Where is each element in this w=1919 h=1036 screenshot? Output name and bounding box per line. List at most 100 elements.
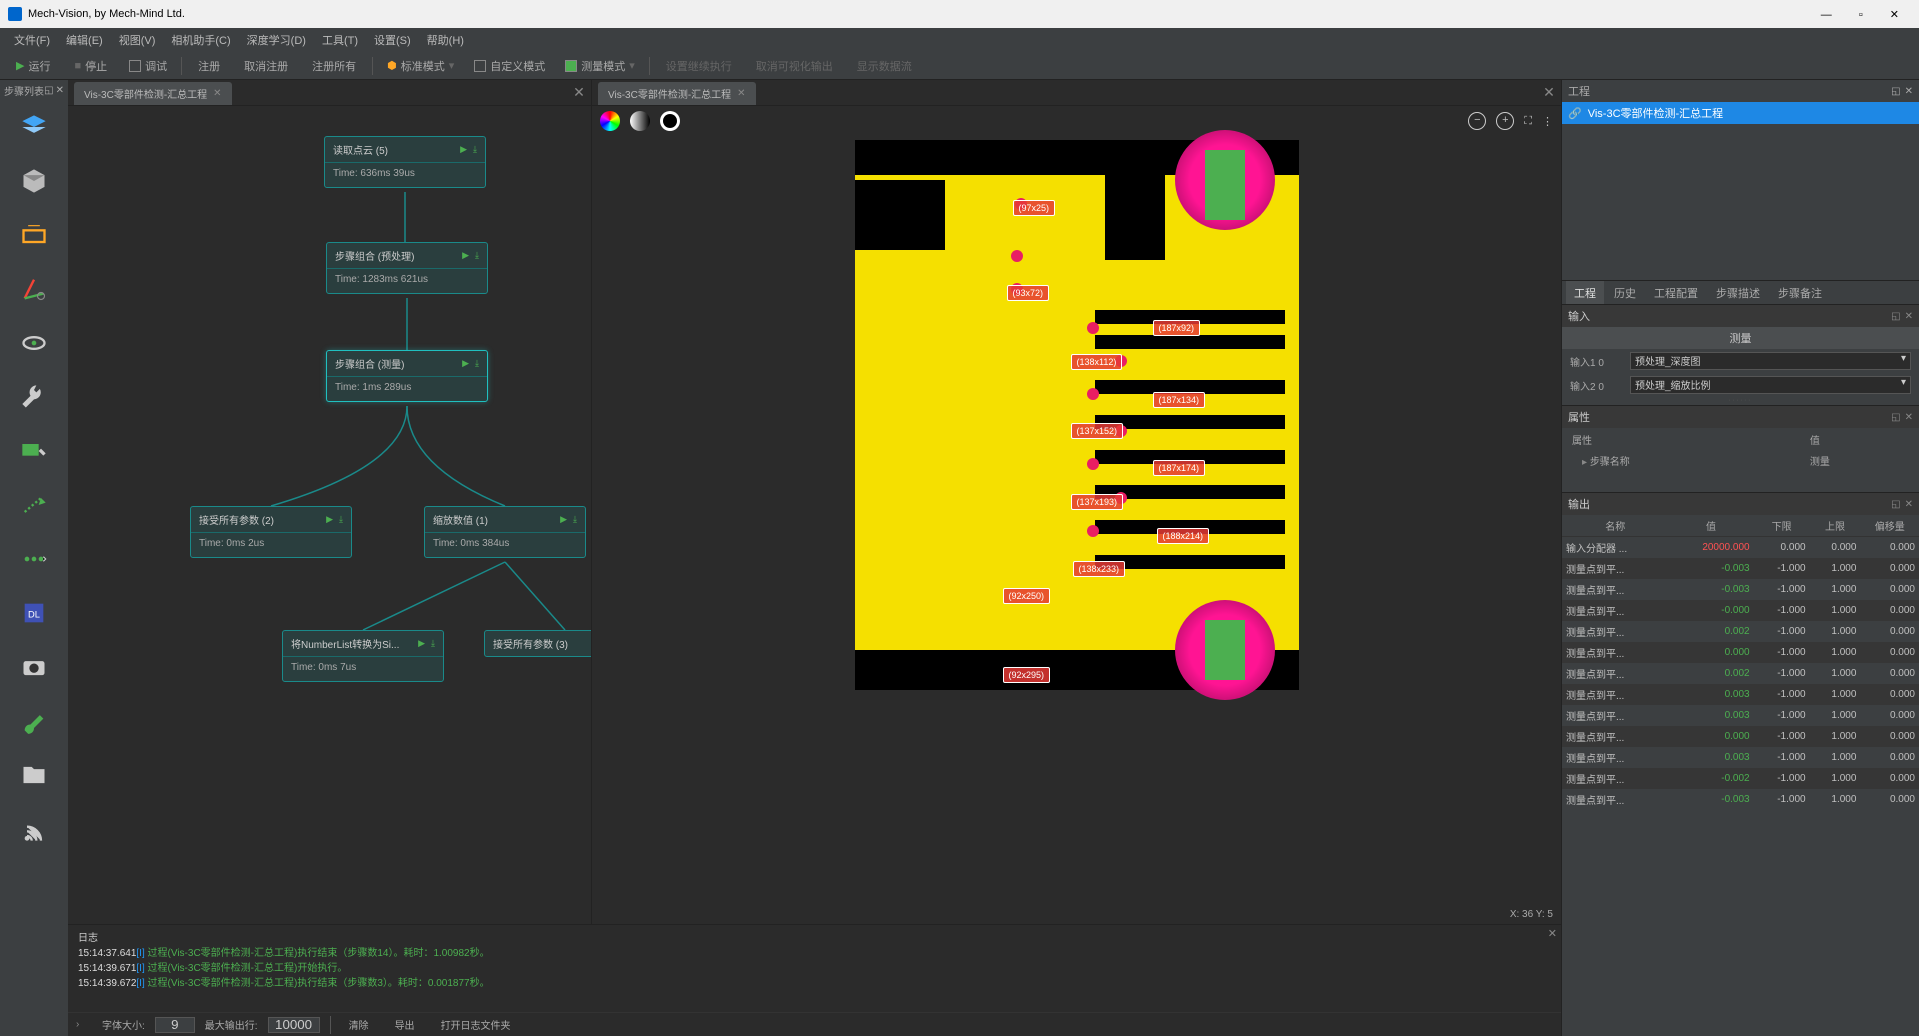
- export-log-button[interactable]: 导出: [387, 1015, 423, 1034]
- tool-eye-icon[interactable]: [8, 318, 60, 368]
- graph-close-icon[interactable]: ✕: [571, 84, 587, 101]
- node-step-icon[interactable]: ⤓: [431, 638, 435, 649]
- project-item[interactable]: 🔗Vis-3C零部件检测-汇总工程: [1562, 102, 1919, 124]
- menu-item[interactable]: 设置(S): [368, 29, 417, 51]
- output-row[interactable]: 测量点到平...0.000-1.0001.0000.000: [1562, 726, 1919, 747]
- menu-item[interactable]: 视图(V): [113, 29, 162, 51]
- output-row[interactable]: 测量点到平...-0.003-1.0001.0000.000: [1562, 558, 1919, 579]
- graph-node[interactable]: 将NumberList转换为Si...▶⤓Time: 0ms 7us: [282, 630, 444, 682]
- tool-camera-icon[interactable]: [8, 642, 60, 692]
- output-row[interactable]: 测量点到平...0.003-1.0001.0000.000: [1562, 705, 1919, 726]
- close-icon[interactable]: ✕: [1905, 86, 1913, 97]
- cancel-vis-button[interactable]: 取消可视化输出: [748, 55, 841, 77]
- undock-icon[interactable]: ◱: [1891, 311, 1900, 322]
- menu-item[interactable]: 深度学习(D): [241, 29, 312, 51]
- graph-node[interactable]: 接受所有参数 (2)▶⤓Time: 0ms 2us: [190, 506, 352, 558]
- tool-satellite-icon[interactable]: [8, 804, 60, 854]
- tool-wrench-icon[interactable]: [8, 372, 60, 422]
- target-icon[interactable]: [660, 111, 680, 131]
- output-row[interactable]: 测量点到平...0.003-1.0001.0000.000: [1562, 747, 1919, 768]
- tool-layers-icon[interactable]: [8, 102, 60, 152]
- resize-handle[interactable]: ∙∙∙∙∙∙: [1562, 397, 1919, 405]
- tool-dl-icon[interactable]: DL: [8, 588, 60, 638]
- undock-icon[interactable]: ◱: [1891, 499, 1900, 510]
- zoom-out-icon[interactable]: −: [1468, 112, 1486, 130]
- undock-icon[interactable]: ◱: [1891, 86, 1900, 97]
- output-row[interactable]: 输入分配器 ...20000.0000.0000.0000.000: [1562, 537, 1919, 559]
- set-continue-button[interactable]: 设置继续执行: [658, 55, 740, 77]
- right-tab[interactable]: 步骤备注: [1770, 281, 1830, 305]
- right-tab[interactable]: 历史: [1606, 281, 1644, 305]
- tab-close-icon[interactable]: ✕: [737, 88, 745, 99]
- close-button[interactable]: ✕: [1878, 5, 1911, 25]
- output-row[interactable]: 测量点到平...-0.000-1.0001.0000.000: [1562, 600, 1919, 621]
- right-tab[interactable]: 工程: [1566, 281, 1604, 305]
- graph-node[interactable]: 接受所有参数 (3)▶⤓: [484, 630, 591, 657]
- graph-node[interactable]: 步骤组合 (测量)▶⤓Time: 1ms 289us: [326, 350, 488, 402]
- tab-close-icon[interactable]: ✕: [213, 88, 221, 99]
- undock-icon[interactable]: ◱: [1891, 412, 1900, 423]
- zoom-in-icon[interactable]: +: [1496, 112, 1514, 130]
- viewer-close-icon[interactable]: ✕: [1541, 84, 1557, 101]
- graph-canvas[interactable]: 读取点云 (5)▶⤓Time: 636ms 39us步骤组合 (预处理)▶⤓Ti…: [68, 106, 591, 924]
- tool-cube-icon[interactable]: [8, 156, 60, 206]
- node-play-icon[interactable]: ▶: [418, 638, 425, 649]
- viewer-tab[interactable]: Vis-3C零部件检测-汇总工程✕: [598, 82, 756, 105]
- tool-axis-icon[interactable]: [8, 264, 60, 314]
- node-play-icon[interactable]: ▶: [462, 250, 469, 261]
- node-play-icon[interactable]: ▶: [326, 514, 333, 525]
- colormap-icon[interactable]: [600, 111, 620, 131]
- menu-item[interactable]: 文件(F): [8, 29, 56, 51]
- graph-node[interactable]: 步骤组合 (预处理)▶⤓Time: 1283ms 621us: [326, 242, 488, 294]
- minimize-button[interactable]: —: [1809, 5, 1844, 25]
- font-size-input[interactable]: [155, 1017, 195, 1033]
- unregister-button[interactable]: 取消注册: [236, 55, 296, 77]
- open-log-folder-button[interactable]: 打开日志文件夹: [433, 1015, 519, 1034]
- max-lines-input[interactable]: [268, 1017, 320, 1033]
- standard-mode-toggle[interactable]: ⬢标准模式▾: [381, 56, 460, 76]
- input2-select[interactable]: 预处理_缩放比例▾: [1630, 376, 1911, 394]
- node-play-icon[interactable]: ▶: [560, 514, 567, 525]
- node-step-icon[interactable]: ⤓: [475, 358, 479, 369]
- node-step-icon[interactable]: ⤓: [473, 144, 477, 155]
- right-tab[interactable]: 步骤描述: [1708, 281, 1768, 305]
- tool-dots-icon[interactable]: [8, 534, 60, 584]
- register-button[interactable]: 注册: [190, 55, 228, 77]
- close-icon[interactable]: ✕: [1905, 311, 1913, 322]
- graph-node[interactable]: 读取点云 (5)▶⤓Time: 636ms 39us: [324, 136, 486, 188]
- tool-folder-icon[interactable]: [8, 750, 60, 800]
- graph-node[interactable]: 缩放数值 (1)▶⤓Time: 0ms 384us: [424, 506, 586, 558]
- register-all-button[interactable]: 注册所有: [304, 55, 364, 77]
- measure-button[interactable]: 测量: [1562, 327, 1919, 349]
- tool-brush-icon[interactable]: [8, 696, 60, 746]
- menu-item[interactable]: 编辑(E): [60, 29, 109, 51]
- input1-select[interactable]: 预处理_深度图▾: [1630, 352, 1911, 370]
- log-expand-icon[interactable]: ›: [76, 1019, 92, 1030]
- custom-mode-toggle[interactable]: 自定义模式: [468, 56, 551, 76]
- show-data-button[interactable]: 显示数据流: [849, 55, 920, 77]
- output-row[interactable]: 测量点到平...-0.003-1.0001.0000.000: [1562, 789, 1919, 810]
- node-play-icon[interactable]: ▶: [462, 358, 469, 369]
- output-row[interactable]: 测量点到平...0.002-1.0001.0000.000: [1562, 663, 1919, 684]
- output-row[interactable]: 测量点到平...-0.003-1.0001.0000.000: [1562, 579, 1919, 600]
- output-row[interactable]: 测量点到平...0.000-1.0001.0000.000: [1562, 642, 1919, 663]
- undock-icon[interactable]: ◱: [44, 85, 53, 96]
- menu-item[interactable]: 工具(T): [316, 29, 364, 51]
- close-icon[interactable]: ✕: [1905, 412, 1913, 423]
- clear-log-button[interactable]: 清除: [341, 1015, 377, 1034]
- fullscreen-icon[interactable]: ⛶: [1524, 115, 1532, 128]
- tool-card-wrench-icon[interactable]: [8, 426, 60, 476]
- menu-item[interactable]: 帮助(H): [421, 29, 470, 51]
- output-row[interactable]: 测量点到平...-0.002-1.0001.0000.000: [1562, 768, 1919, 789]
- menu-item[interactable]: 相机助手(C): [165, 29, 236, 51]
- node-step-icon[interactable]: ⤓: [339, 514, 343, 525]
- close-icon[interactable]: ✕: [56, 85, 64, 96]
- output-row[interactable]: 测量点到平...0.002-1.0001.0000.000: [1562, 621, 1919, 642]
- tool-frame-icon[interactable]: [8, 210, 60, 260]
- graph-tab[interactable]: Vis-3C零部件检测-汇总工程✕: [74, 82, 232, 105]
- node-step-icon[interactable]: ⤓: [573, 514, 577, 525]
- run-button[interactable]: 运行: [8, 55, 58, 77]
- node-step-icon[interactable]: ⤓: [475, 250, 479, 261]
- right-tab[interactable]: 工程配置: [1646, 281, 1706, 305]
- stop-button[interactable]: 停止: [66, 55, 115, 77]
